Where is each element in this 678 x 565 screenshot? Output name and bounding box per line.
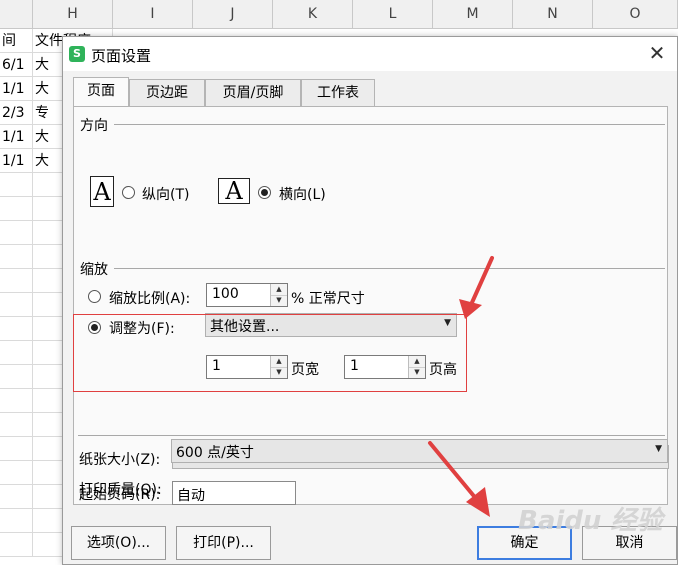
highlight-box — [73, 314, 467, 392]
print-button[interactable]: 打印(P)... — [176, 526, 271, 560]
sheet-cell[interactable]: 间 — [0, 29, 33, 53]
portrait-radio[interactable] — [122, 186, 135, 199]
column-header-m[interactable]: M — [433, 0, 513, 29]
sheet-cell[interactable] — [0, 485, 33, 509]
portrait-page-icon: A — [90, 176, 114, 207]
sheet-cell[interactable] — [0, 269, 33, 293]
first-page-number-input[interactable]: 自动 — [172, 481, 296, 505]
first-page-number-label: 起始页码(R): — [79, 487, 161, 503]
sheet-cell[interactable]: 1/1 — [0, 77, 33, 101]
column-header-blank[interactable] — [0, 0, 33, 29]
column-header-n[interactable]: N — [513, 0, 593, 29]
sheet-cell[interactable] — [0, 365, 33, 389]
sheet-cell[interactable]: 2/3 — [0, 101, 33, 125]
first-page-number-value[interactable]: 自动 — [177, 485, 205, 505]
sheet-cell[interactable] — [0, 509, 33, 533]
sheet-cell[interactable]: 6/1 — [0, 53, 33, 77]
scale-radio[interactable] — [88, 290, 101, 303]
sheet-cell[interactable] — [0, 341, 33, 365]
dropdown-arrow-icon: ▼ — [655, 444, 662, 454]
dialog-title-bar[interactable]: S 页面设置 ✕ — [63, 37, 677, 71]
sheet-cell[interactable] — [0, 437, 33, 461]
sheet-cell[interactable]: 1/1 — [0, 149, 33, 173]
sheet-cell[interactable] — [0, 173, 33, 197]
paper-divider — [78, 435, 665, 436]
sheet-cell[interactable] — [0, 317, 33, 341]
scale-label[interactable]: 缩放比例(A): — [109, 288, 190, 308]
scale-spin-buttons[interactable]: ▲ ▼ — [270, 284, 287, 306]
tab-header-footer[interactable]: 页眉/页脚 — [205, 79, 301, 107]
page-setup-dialog: S 页面设置 ✕ 页面 页边距 页眉/页脚 工作表 方向 A 纵向(T) A 横… — [62, 36, 678, 565]
landscape-label[interactable]: 横向(L) — [279, 184, 326, 204]
scaling-group-label: 缩放 — [80, 262, 108, 278]
sheet-cell[interactable] — [0, 533, 33, 557]
scale-suffix-label: % 正常尺寸 — [291, 291, 365, 307]
sheet-cell[interactable] — [0, 245, 33, 269]
portrait-label[interactable]: 纵向(T) — [142, 184, 189, 204]
sheet-cell[interactable] — [0, 293, 33, 317]
annotation-arrow-icon — [459, 256, 494, 319]
tab-page[interactable]: 页面 — [73, 77, 129, 107]
annotation-arrow-icon — [428, 441, 490, 517]
print-quality-dropdown[interactable]: 600 点/英寸 ▼ — [171, 439, 668, 463]
orientation-divider — [114, 124, 665, 125]
baidu-watermark: Baidu 经验 — [518, 506, 663, 536]
sheet-cell[interactable] — [0, 221, 33, 245]
sheet-cell[interactable] — [0, 461, 33, 485]
column-header-i[interactable]: I — [113, 0, 193, 29]
column-header-o[interactable]: O — [593, 0, 678, 29]
sheet-cell[interactable] — [0, 389, 33, 413]
close-icon[interactable]: ✕ — [645, 41, 669, 65]
sheet-cell[interactable]: 1/1 — [0, 125, 33, 149]
print-quality-value: 600 点/英寸 — [176, 445, 254, 461]
dialog-title: 页面设置 — [91, 47, 152, 65]
sheet-cell[interactable] — [0, 413, 33, 437]
landscape-radio[interactable] — [258, 186, 271, 199]
options-button[interactable]: 选项(O)... — [71, 526, 166, 560]
scale-percent-spinner[interactable]: 100 ▲ ▼ — [206, 283, 288, 307]
orientation-group-label: 方向 — [80, 118, 108, 134]
column-header-k[interactable]: K — [273, 0, 353, 29]
landscape-page-icon: A — [218, 178, 250, 204]
column-header-j[interactable]: J — [193, 0, 273, 29]
scaling-divider — [114, 268, 665, 269]
scale-percent-value[interactable]: 100 — [212, 286, 239, 302]
spin-down-icon[interactable]: ▼ — [271, 295, 287, 306]
paper-size-label: 纸张大小(Z): — [79, 452, 161, 468]
tab-worksheet[interactable]: 工作表 — [301, 79, 375, 107]
sheet-cell[interactable] — [0, 197, 33, 221]
tab-margins[interactable]: 页边距 — [129, 79, 205, 107]
column-header-h[interactable]: H — [33, 0, 113, 29]
wps-app-icon: S — [69, 46, 85, 62]
column-header-l[interactable]: L — [353, 0, 433, 29]
